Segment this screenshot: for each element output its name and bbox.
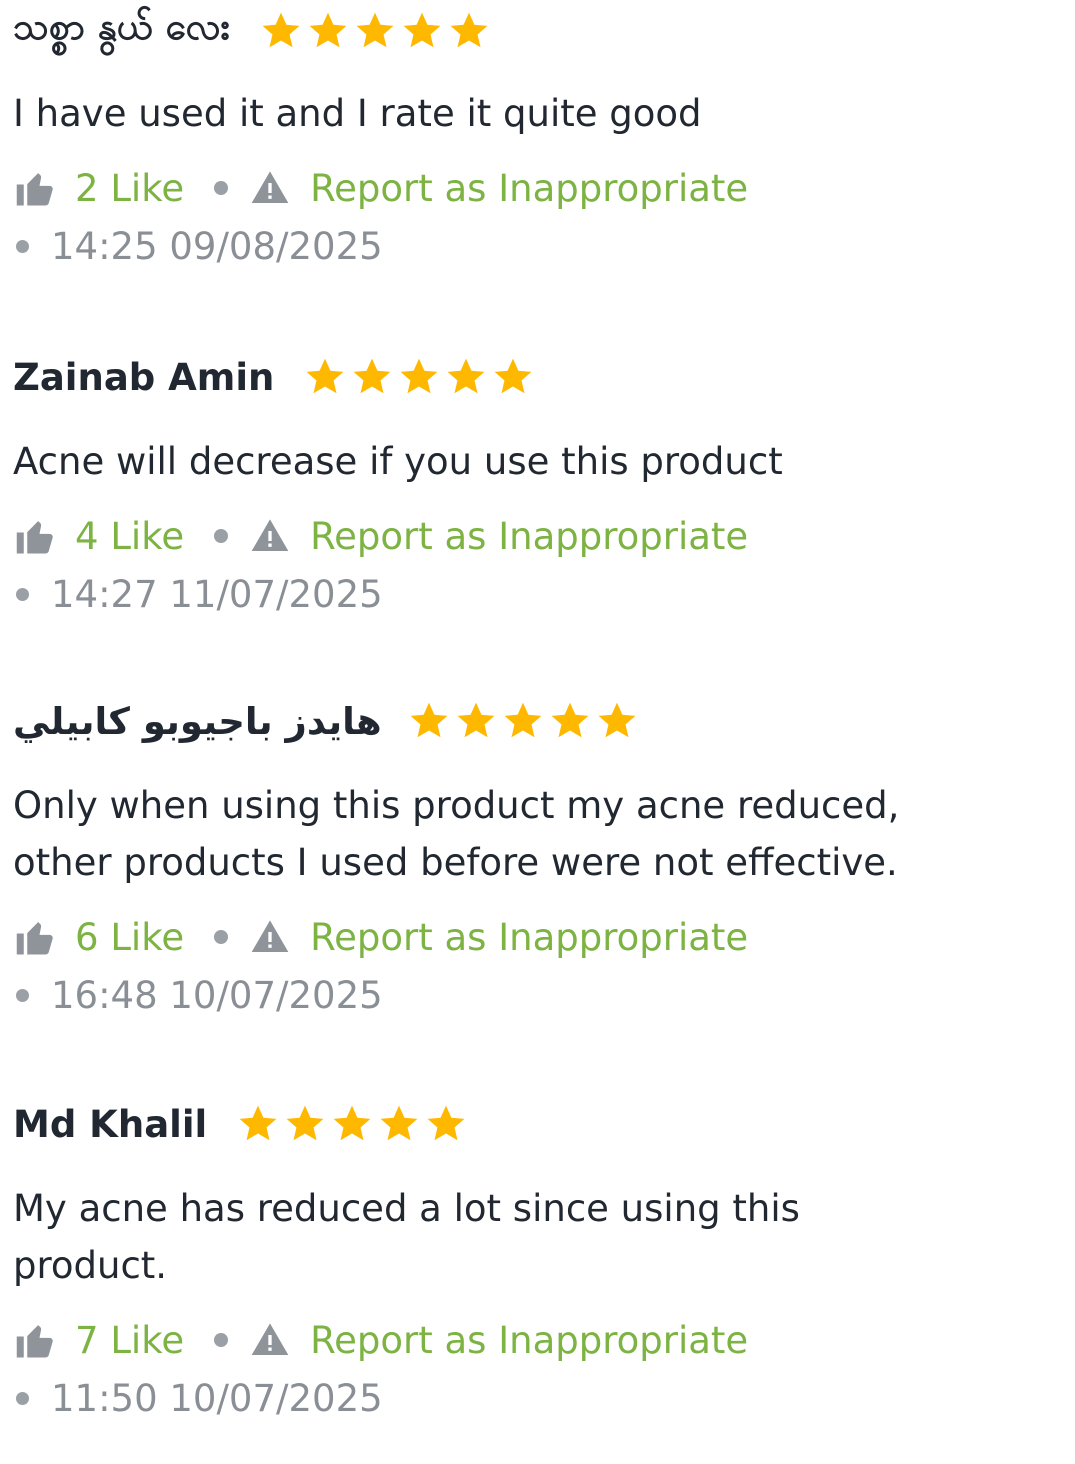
star-icon: [410, 702, 448, 738]
report-inappropriate-link[interactable]: Report as Inappropriate: [310, 515, 748, 558]
star-icon: [401, 358, 438, 394]
timestamp-text: 14:27 11/07/2025: [51, 572, 383, 616]
separator-dot: [16, 587, 29, 601]
star-icon: [495, 358, 532, 394]
star-icon: [262, 12, 300, 48]
separator-dot: [16, 1391, 29, 1405]
star-icon: [239, 1105, 277, 1141]
warning-icon[interactable]: [250, 1320, 290, 1360]
review-actions: 7 Like Report as Inappropriate: [13, 1317, 1053, 1363]
star-icon: [307, 358, 344, 394]
review-comment: Only when using this product my acne red…: [13, 784, 900, 884]
review-actions: 6 Like Report as Inappropriate: [13, 914, 1053, 960]
star-icon: [309, 12, 347, 48]
review-comment: My acne has reduced a lot since using th…: [13, 1187, 800, 1287]
star-rating: [304, 356, 534, 398]
star-icon: [448, 358, 485, 394]
star-icon: [356, 12, 394, 48]
report-inappropriate-link[interactable]: Report as Inappropriate: [310, 1319, 748, 1362]
star-icon: [504, 702, 542, 738]
like-count[interactable]: 6: [75, 916, 99, 959]
report-inappropriate-link[interactable]: Report as Inappropriate: [310, 916, 748, 959]
like-count[interactable]: 2: [75, 167, 99, 210]
separator-dot: [214, 529, 229, 543]
review-item: Zainab Amin Acne will decrease if you us…: [13, 346, 1053, 617]
warning-icon[interactable]: [250, 917, 290, 957]
separator-dot: [16, 988, 29, 1002]
review-list: သစ္စာ နွယ် လေး I have used it and I rate…: [0, 0, 1075, 1464]
review-timestamp: 11:50 10/07/2025: [13, 1375, 1053, 1421]
like-button[interactable]: Like: [110, 515, 184, 558]
review-actions: 4 Like Report as Inappropriate: [13, 513, 1053, 559]
review-item: သစ္စာ နွယ် လေး I have used it and I rate…: [13, 0, 1053, 269]
review-header: သစ္စာ နွယ် လေး: [13, 0, 1053, 62]
thumbs-up-icon[interactable]: [15, 167, 57, 209]
star-icon: [457, 702, 495, 738]
star-icon: [450, 12, 488, 48]
review-actions: 2 Like Report as Inappropriate: [13, 165, 1053, 211]
star-icon: [551, 702, 589, 738]
thumbs-up-icon[interactable]: [15, 916, 57, 958]
timestamp-text: 11:50 10/07/2025: [51, 1376, 383, 1420]
star-icon: [354, 358, 391, 394]
review-comment: I have used it and I rate it quite good: [13, 92, 702, 135]
review-timestamp: 14:25 09/08/2025: [13, 223, 1053, 269]
timestamp-text: 16:48 10/07/2025: [51, 973, 383, 1017]
separator-dot: [16, 239, 29, 253]
review-header: Md Khalil: [13, 1093, 1053, 1155]
like-button[interactable]: Like: [110, 1319, 184, 1362]
star-icon: [598, 702, 636, 738]
separator-dot: [214, 930, 229, 944]
review-comment: Acne will decrease if you use this produ…: [13, 440, 783, 483]
star-rating: [408, 700, 638, 742]
star-icon: [403, 12, 441, 48]
thumbs-up-icon[interactable]: [15, 1319, 57, 1361]
review-header: هايدز باجيوبو كابيلي: [13, 690, 1053, 752]
like-count[interactable]: 7: [75, 1319, 99, 1362]
warning-icon[interactable]: [250, 168, 290, 208]
star-rating: [260, 10, 490, 52]
star-icon: [286, 1105, 324, 1141]
timestamp-text: 14:25 09/08/2025: [51, 224, 383, 268]
star-icon: [427, 1105, 465, 1141]
review-timestamp: 16:48 10/07/2025: [13, 972, 1053, 1018]
separator-dot: [214, 1333, 229, 1347]
review-item: Md Khalil My acne has reduced a lot sinc…: [13, 1093, 1053, 1421]
warning-icon[interactable]: [250, 516, 290, 556]
star-icon: [380, 1105, 418, 1141]
review-header: Zainab Amin: [13, 346, 1053, 408]
review-timestamp: 14:27 11/07/2025: [13, 571, 1053, 617]
report-inappropriate-link[interactable]: Report as Inappropriate: [310, 167, 748, 210]
reviewer-name: သစ္စာ နွယ် လေး: [13, 5, 230, 48]
thumbs-up-icon[interactable]: [15, 515, 57, 557]
star-rating: [237, 1103, 467, 1145]
separator-dot: [214, 181, 229, 195]
reviewer-name: هايدز باجيوبو كابيلي: [13, 699, 382, 743]
like-button[interactable]: Like: [110, 167, 184, 210]
like-button[interactable]: Like: [110, 916, 184, 959]
review-item: هايدز باجيوبو كابيلي Only when using thi…: [13, 690, 1053, 1018]
like-count[interactable]: 4: [75, 515, 99, 558]
reviewer-name: Zainab Amin: [13, 355, 275, 399]
reviewer-name: Md Khalil: [13, 1102, 208, 1146]
star-icon: [333, 1105, 371, 1141]
